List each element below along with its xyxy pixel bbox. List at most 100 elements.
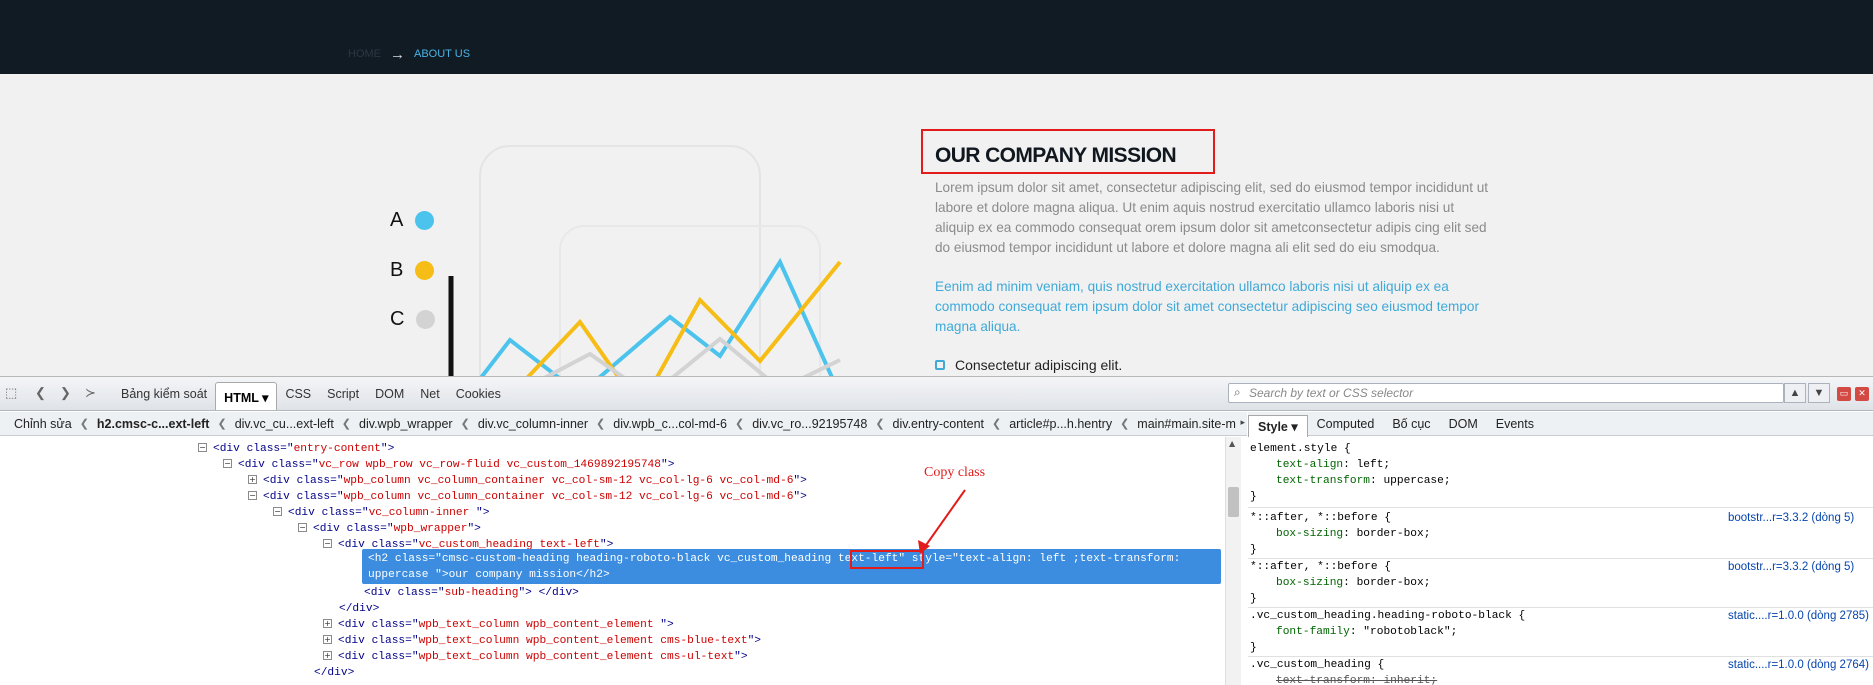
css-source-link[interactable]: static....r=1.0.0 (dòng 2764) (1728, 657, 1869, 673)
section-title: OUR COMPANY MISSION (935, 144, 1177, 167)
search-icon: ⌕ (1234, 385, 1241, 399)
crumb-item[interactable]: div.vc_ro...92195748 (744, 417, 875, 431)
css-declaration-overridden[interactable]: text-transform: inherit; (1276, 673, 1437, 685)
breadcrumb-current: ABOUT US (414, 48, 471, 60)
tab-console[interactable]: Bảng kiểm soát (113, 382, 215, 406)
crumb-item[interactable]: main#main.site-m (1129, 417, 1244, 431)
search-next-button[interactable]: ▼ (1808, 383, 1830, 403)
site-header: HOME → ABOUT US (0, 0, 1873, 74)
arrow-right-icon: → (390, 45, 405, 63)
legend-item-b: B (390, 259, 435, 282)
css-selector[interactable]: .vc_custom_heading.heading-roboto-black … (1250, 608, 1525, 624)
tree-node[interactable]: + <div class="wpb_text_column wpb_content… (323, 649, 748, 665)
chevron-down-icon: ▾ (262, 391, 269, 405)
css-declaration[interactable]: box-sizing: border-box; (1276, 575, 1430, 591)
selected-node-text: <h2 class="cmsc-custom-heading heading-r… (368, 553, 1181, 581)
tree-node[interactable]: + <div class="wpb_text_column wpb_content… (323, 633, 761, 649)
breadcrumb: HOME → ABOUT US (348, 45, 471, 63)
css-selector[interactable]: *::after, *::before { (1250, 559, 1391, 575)
collapse-icon[interactable]: − (323, 539, 332, 548)
collapse-icon[interactable]: − (248, 491, 257, 500)
scrollbar-thumb[interactable] (1228, 487, 1239, 517)
crumb-item[interactable]: div.wpb_c...col-md-6 (605, 417, 735, 431)
back-icon[interactable]: ❮ (35, 386, 46, 400)
crumb-item[interactable]: div.entry-content (885, 417, 992, 431)
chevron-left-icon: ❮ (992, 418, 1002, 430)
decorative-frame (559, 225, 821, 376)
chevron-left-icon: ❮ (875, 418, 885, 430)
tree-node[interactable]: − <div class="vc_row wpb_row vc_row-fluid… (223, 457, 674, 473)
tab-net[interactable]: Net (412, 382, 447, 406)
chevron-left-icon: ❮ (596, 418, 606, 430)
tab-layout[interactable]: Bố cục (1383, 414, 1439, 434)
crumb-item[interactable]: div.wpb_wrapper (351, 417, 461, 431)
crumb-item[interactable]: div.vc_cu...ext-left (227, 417, 342, 431)
section-paragraph: Lorem ipsum dolor sit amet, consectetur … (935, 180, 1489, 255)
tab-events[interactable]: Events (1487, 414, 1543, 434)
forward-icon[interactable]: ❯ (60, 386, 71, 400)
css-declaration[interactable]: box-sizing: border-box; (1276, 526, 1430, 542)
css-source-link[interactable]: bootstr...r=3.3.2 (dòng 5) (1728, 559, 1854, 575)
side-panel-tabs: Style ▾ Computed Bố cục DOM Events (1248, 412, 1873, 437)
close-icon[interactable]: ✕ (1855, 387, 1869, 401)
crumb-item[interactable]: article#p...h.hentry (1001, 417, 1120, 431)
chevron-left-icon: ❮ (1120, 418, 1130, 430)
css-rule-close: } (1250, 491, 1257, 503)
tree-node[interactable]: <div class="sub-heading"> </div> (364, 585, 579, 601)
rule-divider (1248, 507, 1873, 508)
tree-node[interactable]: + <div class="wpb_text_column wpb_content… (323, 617, 674, 633)
tab-html[interactable]: HTML ▾ (215, 382, 278, 410)
tab-script[interactable]: Script (319, 382, 367, 406)
css-source-link[interactable]: bootstr...r=3.3.2 (dòng 5) (1728, 510, 1854, 526)
css-selector[interactable]: .vc_custom_heading { (1250, 657, 1384, 673)
css-declaration[interactable]: font-family: "robotoblack"; (1276, 624, 1457, 640)
collapse-icon[interactable]: − (223, 459, 232, 468)
tab-css[interactable]: CSS (277, 382, 319, 406)
tree-node[interactable]: − <div class="wpb_wrapper"> (298, 521, 481, 537)
devtools-tabs: Bảng kiểm soát HTML ▾ CSS Script DOM Net… (113, 377, 509, 411)
scroll-up-icon[interactable]: ▲ (1229, 439, 1235, 448)
tab-cookies[interactable]: Cookies (448, 382, 509, 406)
css-declaration[interactable]: text-align: left; (1276, 457, 1390, 473)
crumb-item[interactable]: div.vc_column-inner (470, 417, 596, 431)
css-source-link[interactable]: static....r=1.0.0 (dòng 2785) (1728, 608, 1869, 624)
more-crumbs-icon[interactable]: ▸ (1240, 417, 1245, 428)
css-selector[interactable]: element.style { (1250, 441, 1351, 457)
list-item-text: Consectetur adipiscing elit. (955, 357, 1123, 373)
search-prev-button[interactable]: ▲ (1784, 383, 1806, 403)
section-paragraph-highlight: Eenim ad minim veniam, quis nostrud exer… (935, 279, 1480, 334)
tree-node-close: </div> (314, 667, 355, 679)
breadcrumb-home-link[interactable]: HOME (348, 48, 381, 60)
html-panel-scrollbar[interactable]: ▲ (1225, 437, 1241, 685)
tab-side-dom[interactable]: DOM (1440, 414, 1487, 434)
expand-icon[interactable]: + (248, 475, 257, 484)
tab-dom[interactable]: DOM (367, 382, 412, 406)
tree-node[interactable]: − <div class="entry-content"> (198, 441, 394, 457)
tree-node[interactable]: − <div class="vc_column-inner "> (273, 505, 489, 521)
tab-computed[interactable]: Computed (1308, 414, 1384, 434)
inspect-element-icon[interactable]: ⬚ (5, 386, 17, 400)
collapse-icon[interactable]: − (198, 443, 207, 452)
search-input[interactable]: ⌕ Search by text or CSS selector (1228, 383, 1784, 403)
css-declaration[interactable]: text-transform: uppercase; (1276, 473, 1451, 489)
chevron-left-icon: ❮ (460, 418, 470, 430)
css-rule-close: } (1250, 593, 1257, 605)
minimize-icon[interactable]: ▭ (1837, 387, 1851, 401)
circle-icon (415, 261, 435, 280)
collapse-icon[interactable]: − (273, 507, 282, 516)
expand-icon[interactable]: + (323, 619, 332, 628)
tree-node[interactable]: + <div class="wpb_column vc_column_contai… (248, 473, 807, 489)
expand-icon[interactable]: + (323, 651, 332, 660)
legend-label: A (390, 209, 404, 231)
search-placeholder: Search by text or CSS selector (1249, 386, 1414, 400)
css-selector[interactable]: *::after, *::before { (1250, 510, 1391, 526)
expand-icon[interactable]: + (323, 635, 332, 644)
command-line-icon[interactable]: ≻ (85, 386, 96, 400)
crumb-item[interactable]: h2.cmsc-c...ext-left (89, 417, 218, 431)
edit-button[interactable]: Chỉnh sửa (0, 417, 80, 431)
tab-html-label: HTML (224, 391, 259, 405)
tab-style[interactable]: Style ▾ (1248, 414, 1308, 437)
tree-node[interactable]: − <div class="wpb_column vc_column_contai… (248, 489, 807, 505)
collapse-icon[interactable]: − (298, 523, 307, 532)
graphic-series-c (543, 336, 841, 376)
